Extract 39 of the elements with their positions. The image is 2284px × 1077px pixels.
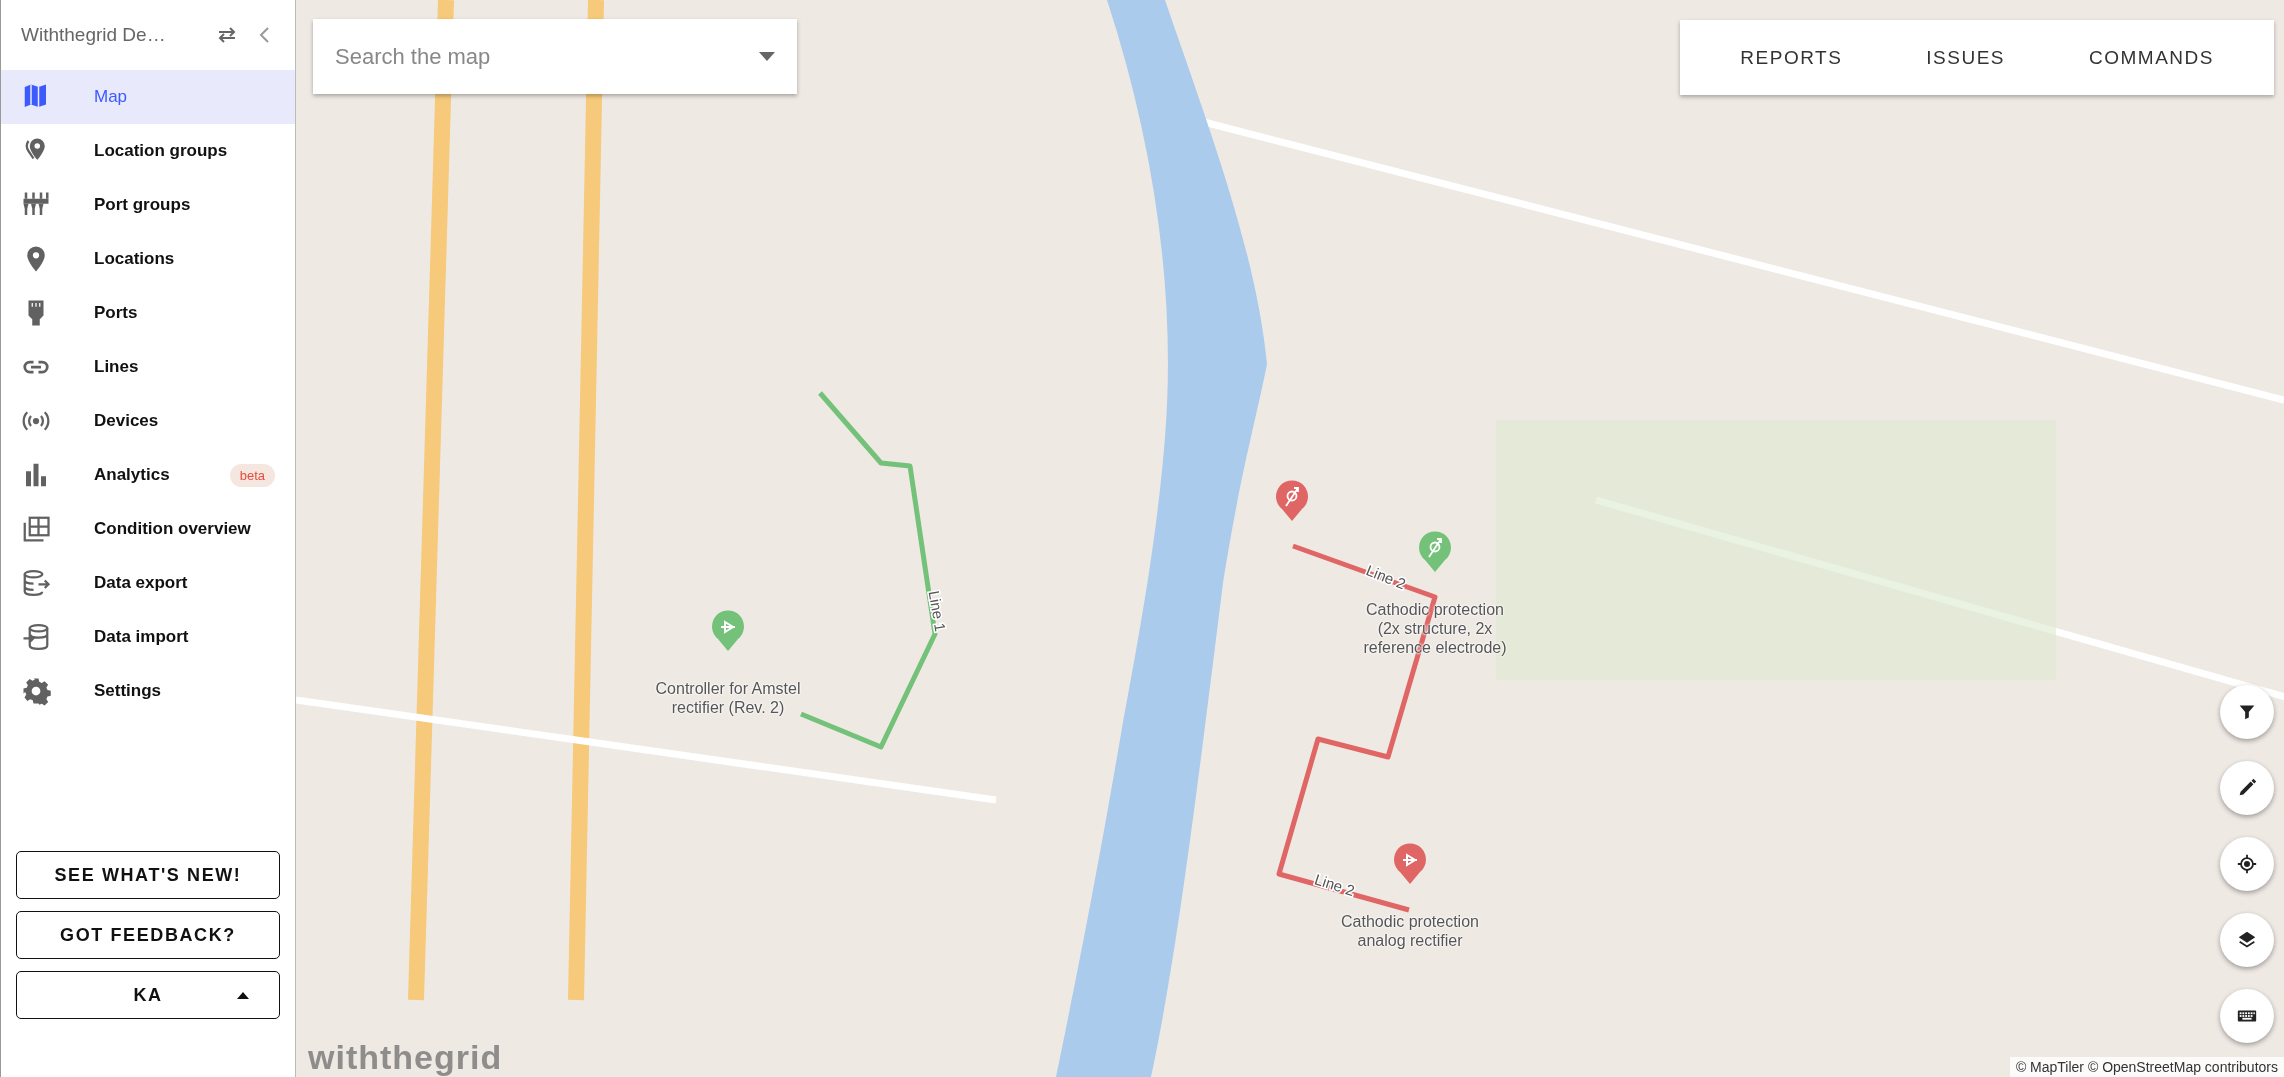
locate-icon [2236,853,2258,875]
line-label: Line 2 [1363,561,1409,593]
nav-item[interactable]: Settings [1,664,295,718]
map-pin-icon[interactable] [712,610,744,651]
beta-badge: beta [229,463,275,487]
user-menu-button[interactable]: KA [16,971,280,1019]
outlined-button[interactable]: SEE WHAT'S NEW! [16,851,280,899]
marker-label: Cathodic protection analog rectifier [1340,912,1480,951]
logo: withthegrid [308,1038,503,1077]
map-pin-icon[interactable] [1419,531,1451,572]
nav-item[interactable]: Condition overview [1,502,295,556]
nav-item[interactable]: Port groups [1,178,295,232]
line-label: Line 2 [1312,870,1357,900]
database-import-icon [21,622,51,652]
map-pin-icon[interactable] [1276,480,1308,521]
nav-item[interactable]: Map [1,70,295,124]
nav-item[interactable]: Lines [1,340,295,394]
grid-table-icon [21,514,51,544]
map-attribution: © MapTiler © OpenStreetMap contributors [2009,1057,2284,1077]
outlined-button[interactable]: GOT FEEDBACK? [16,911,280,959]
nav-item[interactable]: Location groups [1,124,295,178]
menu-tab[interactable]: ISSUES [1884,46,2048,69]
dropdown-icon [759,52,775,61]
nav-item[interactable]: Data export [1,556,295,610]
marker-label: Controller for Amstel rectifier (Rev. 2) [654,679,802,718]
workspace-title: Withthegrid De… [21,24,167,46]
nav-item[interactable]: Data import [1,610,295,664]
menu-tab[interactable]: REPORTS [1698,46,1885,69]
nav-item[interactable]: Analytics beta [1,448,295,502]
line-label: Line 1 [925,589,950,633]
menu-tab[interactable]: COMMANDS [2047,46,2256,69]
nav-item[interactable]: Locations [1,232,295,286]
search-field[interactable]: Search the map [313,19,797,94]
nav-item[interactable]: Ports [1,286,295,340]
map-pin-icon[interactable] [1394,843,1426,884]
settings-icon [21,676,51,706]
database-export-icon [21,568,51,598]
caret-icon [237,992,249,999]
nav-item[interactable]: Devices [1,394,295,448]
